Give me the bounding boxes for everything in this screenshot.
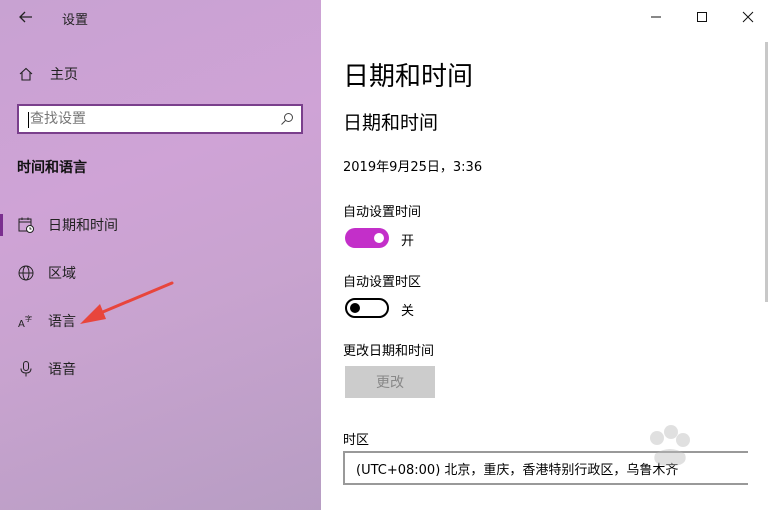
microphone-icon [16,359,36,379]
sidebar-item-region[interactable]: 区域 [0,256,321,290]
globe-icon [16,263,36,283]
timezone-label: 时区 [343,433,370,448]
sidebar-item-label: 语音 [48,362,76,378]
home-link[interactable]: 主页 [16,62,78,86]
close-button[interactable] [725,0,771,34]
text-caret [28,112,29,128]
back-arrow-icon[interactable] [16,7,36,27]
auto-time-toggle[interactable] [345,228,389,248]
sidebar-item-speech[interactable]: 语音 [0,352,321,386]
sidebar-item-language[interactable]: A字 语言 [0,304,321,338]
clock-calendar-icon [16,215,36,235]
indicator [0,310,3,332]
auto-timezone-state: 关 [401,304,415,319]
auto-timezone-toggle[interactable] [345,298,389,318]
sidebar-item-date-time[interactable]: 日期和时间 [0,208,321,242]
svg-text:字: 字 [25,314,32,323]
auto-time-state: 开 [401,234,415,249]
current-datetime: 2019年9月25日，3:36 [343,160,483,175]
maximize-button[interactable] [679,0,725,34]
svg-text:A: A [18,319,25,330]
settings-window: 设置 主页 时间和语言 日期和时间 [0,0,771,510]
sidebar-section-title: 时间和语言 [17,160,87,176]
sidebar-item-label: 语言 [48,314,76,330]
timezone-value: (UTC+08:00) 北京，重庆，香港特别行政区，乌鲁木齐 [356,462,679,478]
minimize-button[interactable] [633,0,679,34]
search-input[interactable] [30,109,270,129]
search-box[interactable] [17,104,303,134]
home-label: 主页 [50,67,78,83]
change-datetime-label: 更改日期和时间 [343,344,435,359]
indicator [0,358,3,380]
toggle-knob [350,303,360,313]
sidebar-item-label: 日期和时间 [48,218,118,234]
home-icon [16,64,36,84]
indicator [0,262,3,284]
active-indicator [0,214,3,236]
sidebar-item-label: 区域 [48,266,76,282]
sidebar: 设置 主页 时间和语言 日期和时间 [0,0,321,510]
app-title: 设置 [62,13,89,28]
section-title: 日期和时间 [343,112,439,134]
language-icon: A字 [16,311,36,331]
page-title: 日期和时间 [343,62,474,92]
auto-timezone-label: 自动设置时区 [343,275,422,290]
scrollbar[interactable] [765,42,768,302]
timezone-select[interactable]: (UTC+08:00) 北京，重庆，香港特别行政区，乌鲁木齐 [343,451,748,485]
content-pane: 日期和时间 日期和时间 2019年9月25日，3:36 自动设置时间 开 自动设… [321,0,771,510]
search-icon[interactable] [279,111,295,127]
auto-time-label: 自动设置时间 [343,205,422,220]
change-button[interactable]: 更改 [345,366,435,398]
toggle-knob [374,233,384,243]
